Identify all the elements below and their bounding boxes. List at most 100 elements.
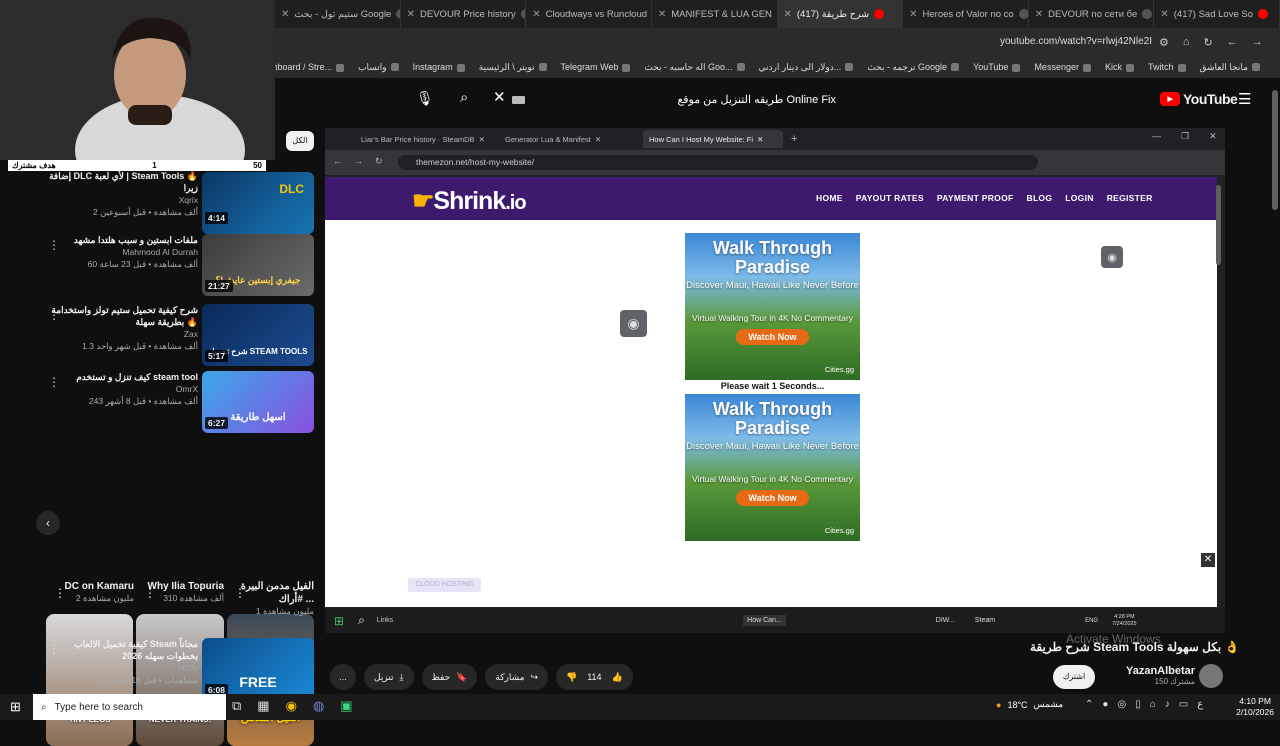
task-view-icon[interactable]: ⧉: [232, 698, 241, 714]
taskbar-app[interactable]: How Can...: [743, 615, 786, 626]
inner-tab[interactable]: Liar's Bar Price history · SteamDB ✕: [355, 130, 495, 148]
nav-home[interactable]: HOME: [816, 193, 843, 203]
bookmark-item[interactable]: Twitch: [1148, 62, 1186, 72]
bookmark-item[interactable]: واتساب: [358, 62, 399, 73]
more-actions-button[interactable]: ...: [330, 664, 356, 690]
volume-icon[interactable]: ♪: [1165, 699, 1170, 710]
like-dislike-button[interactable]: 👎 114 👍: [556, 664, 633, 690]
related-video[interactable]: ⋮ كيفية تحميل الالعاب Steam مجاناً بخطوا…: [0, 638, 318, 702]
home-icon[interactable]: ⌂: [1183, 36, 1190, 49]
taskbar-clock[interactable]: 4:10 PM 2/10/2026: [1236, 696, 1274, 718]
battery-icon[interactable]: ▭: [1179, 699, 1188, 710]
inner-tab[interactable]: Generator Lua & Manifest ✕: [499, 130, 639, 148]
more-options-icon[interactable]: ⋮: [144, 586, 156, 600]
bookmark-item[interactable]: مانجا العاشق: [1200, 62, 1261, 73]
browser-tab[interactable]: ✕ DEVOUR no сети бе: [1029, 0, 1155, 28]
steam-icon[interactable]: ◉: [620, 310, 647, 337]
subscribe-button[interactable]: اشترك: [1053, 665, 1095, 689]
steam-icon[interactable]: ◉: [1101, 246, 1123, 268]
save-button[interactable]: حفظ 🔖: [421, 664, 478, 690]
dislike-icon[interactable]: 👎: [566, 672, 577, 683]
bookmark-item[interactable]: تويتر \ الرئيسية: [479, 62, 547, 73]
close-icon[interactable]: ✕: [784, 9, 792, 20]
chrome-icon[interactable]: ◉: [286, 698, 297, 714]
browser-tab[interactable]: ✕ Heroes of Valor no co: [903, 0, 1029, 28]
browser-tab[interactable]: ✕ MANIFEST & LUA GEN: [652, 0, 778, 28]
reload-icon[interactable]: ↻: [375, 156, 383, 167]
windows-start-icon[interactable]: ⊞: [10, 699, 21, 715]
short-info[interactable]: الفيل مدمن البيرة ... #أراك 1 مليون مشاهد…: [234, 580, 314, 617]
clear-search-icon[interactable]: ✕: [493, 88, 506, 106]
nav-blog[interactable]: BLOG: [1027, 193, 1053, 203]
windows-start-icon[interactable]: ⊞: [334, 614, 344, 628]
close-icon[interactable]: ✕: [281, 9, 289, 20]
related-video[interactable]: ⋮ شرح كيفية تحميل ستيم تولز واستخدامة بط…: [0, 304, 318, 368]
inner-address-url[interactable]: themezon.net/host-my-website/: [398, 155, 1038, 170]
channel-avatar[interactable]: [1199, 664, 1223, 688]
ad-banner[interactable]: Walk Through Paradise Discover Maui, Haw…: [685, 233, 860, 380]
microphone-icon[interactable]: 🎙: [416, 90, 434, 107]
cloud-hosting-tag[interactable]: CLOUD HOSTING: [408, 578, 481, 592]
discord-icon[interactable]: ◍: [313, 698, 324, 714]
page-scrollbar[interactable]: [1272, 90, 1278, 210]
bookmark-item[interactable]: Telegram Web: [561, 62, 631, 72]
nav-payment-proof[interactable]: PAYMENT PROOF: [937, 193, 1014, 203]
more-options-icon[interactable]: ⋮: [54, 586, 66, 600]
tray-app-icon[interactable]: ▯: [1135, 699, 1141, 710]
nav-payout-rates[interactable]: PAYOUT RATES: [856, 193, 924, 203]
bookmark-item[interactable]: YouTube: [973, 62, 1020, 72]
minimize-icon[interactable]: —: [1152, 131, 1161, 142]
tray-app-icon[interactable]: ◎: [1117, 699, 1126, 710]
ad-banner[interactable]: Walk Through Paradise Discover Maui, Haw…: [685, 394, 860, 541]
taskbar-app[interactable]: DIW...: [936, 617, 955, 624]
bookmark-item[interactable]: Messenger: [1034, 62, 1091, 72]
browser-tab[interactable]: ✕ (417) Sad Love So: [1154, 0, 1280, 28]
search-icon[interactable]: ⌕: [460, 89, 468, 106]
close-icon[interactable]: ✕: [532, 9, 540, 20]
forward-icon[interactable]: →: [354, 156, 363, 167]
download-button[interactable]: تنزيل ⤓: [364, 664, 414, 690]
bookmark-item[interactable]: (1) Dashboard / Stre...: [275, 62, 344, 72]
maximize-icon[interactable]: ❐: [1181, 131, 1189, 142]
tune-icon[interactable]: ⚙: [1159, 36, 1169, 49]
like-icon[interactable]: 👍: [612, 672, 623, 683]
close-icon[interactable]: ✕: [407, 9, 415, 20]
browser-tab-active[interactable]: ✕ (417) شرح طريقة: [777, 0, 904, 28]
browser-tab[interactable]: ✕ Cloudways vs Runcloud: [526, 0, 652, 28]
more-options-icon[interactable]: ⋮: [234, 586, 246, 600]
back-icon[interactable]: ←: [1227, 36, 1238, 49]
related-video[interactable]: ⋮ كيف تنزل و تستخدم steam tool OmrX 243 أل…: [0, 371, 318, 435]
inner-tab-active[interactable]: How Can I Host My Website: Fi ✕: [643, 130, 783, 148]
nav-register[interactable]: REGISTER: [1107, 193, 1153, 203]
bookmark-item[interactable]: دولار الى دينار اردني...: [759, 62, 854, 73]
menu-icon[interactable]: ☰: [1238, 90, 1251, 108]
language-indicator[interactable]: ع: [1197, 699, 1203, 710]
network-icon[interactable]: ⌂: [1150, 699, 1156, 710]
bookmark-item[interactable]: Instagram: [413, 62, 465, 72]
store-icon[interactable]: ▦: [257, 698, 269, 714]
close-icon[interactable]: ✕: [909, 9, 917, 20]
reload-icon[interactable]: ↻: [1204, 36, 1213, 49]
browser-tab[interactable]: ✕ ستيم تول - بحث Google: [275, 0, 401, 28]
share-button[interactable]: مشاركة ↪: [485, 664, 548, 690]
bookmark-item[interactable]: ترجمه - بحث Google: [867, 62, 959, 73]
related-video[interactable]: إضافة DLC لأي لعبة | Steam Tools 🔥 زيرا X…: [0, 170, 318, 234]
related-video[interactable]: ⋮ ملفات ابستين و سبب هلتدا مشهد Mahmood A…: [0, 234, 318, 298]
taskbar-app[interactable]: Steam: [975, 617, 995, 624]
forward-icon[interactable]: →: [1252, 36, 1263, 49]
taskbar-search-text[interactable]: Links: [377, 617, 393, 624]
inner-scrollbar[interactable]: [1216, 185, 1221, 265]
taskbar-search[interactable]: ⌕ Type here to search: [33, 694, 226, 720]
close-icon[interactable]: ✕: [1035, 9, 1043, 20]
youtube-logo[interactable]: ▶ YouTube: [1160, 91, 1238, 107]
watch-now-button[interactable]: Watch Now: [736, 490, 809, 506]
close-icon[interactable]: ✕: [658, 9, 666, 20]
chip-all[interactable]: الكل: [286, 131, 314, 151]
nav-login[interactable]: LOGIN: [1065, 193, 1093, 203]
chevron-left-icon[interactable]: ‹: [36, 511, 60, 535]
bookmark-item[interactable]: Kick: [1105, 62, 1134, 72]
channel-info[interactable]: YazanAlbetar 150 مشترك: [1126, 665, 1195, 686]
close-icon[interactable]: ✕: [1160, 9, 1168, 20]
search-icon[interactable]: ⌕: [358, 613, 365, 628]
chevron-up-icon[interactable]: ⌃: [1085, 699, 1093, 710]
